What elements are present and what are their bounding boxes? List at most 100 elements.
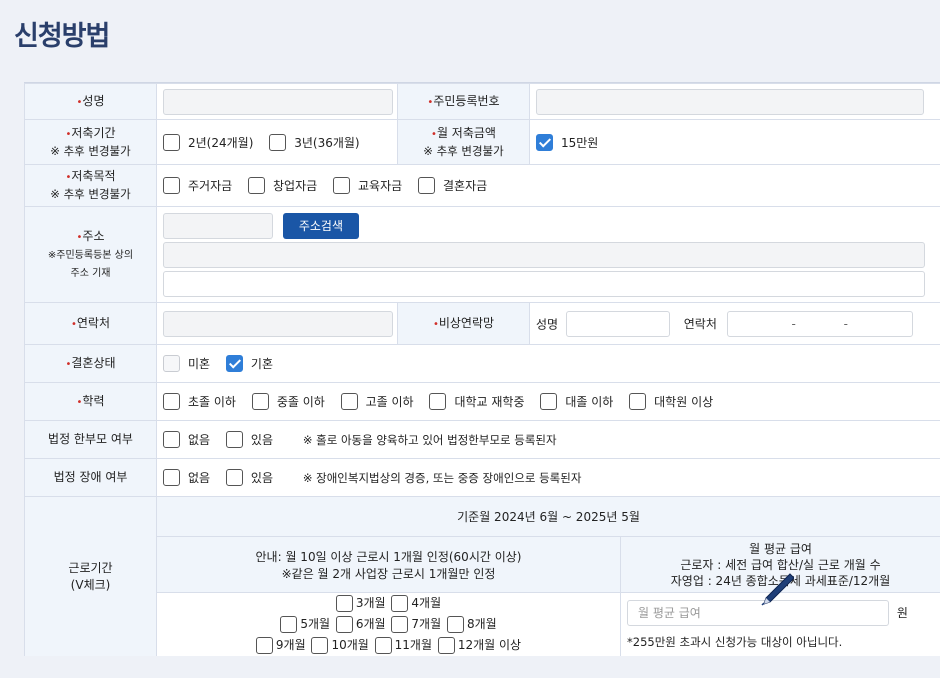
marital-cell: 미혼 기혼 bbox=[155, 344, 940, 383]
purpose-cell: 주거자금 창업자금 교육자금 결혼자금 bbox=[155, 164, 940, 207]
checkbox-single-parent-no[interactable] bbox=[163, 431, 180, 448]
contact-cell bbox=[156, 302, 398, 345]
name-cell bbox=[156, 83, 398, 120]
checkbox-single[interactable] bbox=[163, 355, 180, 372]
education-cell: 초졸 이하 중졸 이하 고졸 이하 대학교 재학중 대졸 이하 대학원 이상 bbox=[155, 382, 940, 421]
disability-note: ※ 장애인복지법상의 경증, 또는 중증 장애인으로 등록된자 bbox=[302, 470, 582, 485]
month-option-6[interactable]: 6개월 bbox=[335, 614, 386, 635]
monthly-cell: 15만원 bbox=[528, 119, 940, 165]
work-label: 근로기간 (V체크) bbox=[24, 496, 157, 656]
name-label: •성명 bbox=[24, 83, 157, 120]
marital-single[interactable]: 미혼 bbox=[163, 355, 210, 372]
purpose-label: •저축목적 ※ 추후 변경불가 bbox=[24, 164, 157, 207]
disability-label: 법정 장애 여부 bbox=[24, 458, 157, 497]
checkbox-month-6[interactable] bbox=[335, 616, 353, 633]
rrn-label: •주민등록번호 bbox=[397, 83, 530, 120]
emergency-phone-label: 연락처 bbox=[683, 317, 717, 331]
edu-university-enrolled[interactable]: 대학교 재학중 bbox=[429, 393, 525, 410]
checkbox-edu-graduate[interactable] bbox=[629, 393, 647, 410]
single-parent-no[interactable]: 없음 bbox=[163, 431, 210, 448]
contact-input[interactable] bbox=[163, 310, 393, 337]
period-cell: 2년(24개월) 3년(36개월) bbox=[156, 119, 398, 165]
marital-label: •결혼상태 bbox=[24, 344, 157, 383]
checkbox-edu-middle[interactable] bbox=[251, 393, 269, 410]
checkbox-single-parent-yes[interactable] bbox=[225, 431, 243, 448]
checkbox-disability-yes[interactable] bbox=[225, 469, 243, 486]
single-parent-label: 법정 한부모 여부 bbox=[24, 420, 157, 459]
checkbox-married[interactable] bbox=[225, 355, 243, 372]
postcode-input[interactable] bbox=[163, 212, 273, 239]
checkbox-month-11[interactable] bbox=[374, 637, 392, 654]
single-parent-note: ※ 홀로 아동을 양육하고 있어 법정한부모로 등록된자 bbox=[302, 432, 557, 447]
checkbox-startup[interactable] bbox=[248, 177, 265, 194]
application-form: •성명 •주민등록번호 •저축기간 ※ 추후 변경불가 2년(24개월) 3년(… bbox=[24, 82, 940, 656]
work-period-header: 기준월 2024년 6월 ~ 2025년 5월 bbox=[155, 496, 940, 537]
name-input[interactable] bbox=[163, 88, 393, 115]
address-input[interactable] bbox=[163, 241, 925, 268]
purpose-startup[interactable]: 창업자금 bbox=[248, 177, 317, 194]
work-guide: 안내: 월 10일 이상 근로시 1개월 인정(60시간 이상) ※같은 월 2… bbox=[156, 536, 621, 593]
marital-married[interactable]: 기혼 bbox=[225, 355, 273, 372]
edu-high[interactable]: 고졸 이하 bbox=[340, 393, 414, 410]
month-option-7[interactable]: 7개월 bbox=[391, 614, 441, 635]
emergency-label: •비상연락망 bbox=[397, 302, 530, 345]
month-option-4[interactable]: 4개월 bbox=[391, 593, 441, 614]
edu-bachelor[interactable]: 대졸 이하 bbox=[540, 393, 613, 410]
work-months-cell: 3개월 4개월 5개월 6개월 7개월 8개월 9개월 10개월 11개월 12… bbox=[156, 592, 621, 656]
checkbox-month-3[interactable] bbox=[335, 595, 353, 612]
disability-cell: 없음 있음 ※ 장애인복지법상의 경증, 또는 중증 장애인으로 등록된자 bbox=[155, 458, 940, 497]
emergency-phone-input[interactable]: - - bbox=[726, 310, 913, 337]
monthly-option-15[interactable]: 15만원 bbox=[536, 133, 598, 151]
checkbox-housing[interactable] bbox=[163, 177, 180, 194]
period-label: •저축기간 ※ 추후 변경불가 bbox=[24, 119, 157, 165]
edu-middle[interactable]: 중졸 이하 bbox=[251, 393, 325, 410]
period-option-24[interactable]: 2년(24개월) bbox=[163, 133, 253, 151]
checkbox-15man[interactable] bbox=[536, 133, 553, 151]
salary-input[interactable]: 월 평균 급여 bbox=[627, 599, 889, 626]
rrn-cell bbox=[528, 83, 940, 120]
disability-yes[interactable]: 있음 bbox=[225, 469, 273, 486]
checkbox-marriage[interactable] bbox=[418, 177, 435, 194]
month-option-3[interactable]: 3개월 bbox=[335, 593, 386, 614]
month-option-9[interactable]: 9개월 bbox=[255, 635, 306, 656]
salary-note: *255만원 초과시 신청가능 대상이 아닙니다. bbox=[627, 634, 843, 649]
checkbox-month-5[interactable] bbox=[280, 616, 298, 633]
month-option-11[interactable]: 11개월 bbox=[374, 635, 432, 656]
month-option-12plus[interactable]: 12개월 이상 bbox=[437, 635, 521, 656]
checkbox-edu-elementary[interactable] bbox=[163, 393, 180, 410]
checkbox-24-months[interactable] bbox=[163, 133, 180, 151]
checkbox-education[interactable] bbox=[333, 177, 350, 194]
checkbox-edu-bachelor[interactable] bbox=[540, 393, 558, 410]
checkbox-edu-university-enrolled[interactable] bbox=[429, 393, 447, 410]
checkbox-month-10[interactable] bbox=[311, 637, 329, 654]
purpose-education[interactable]: 교육자금 bbox=[333, 177, 402, 194]
checkbox-month-12plus[interactable] bbox=[437, 637, 455, 654]
disability-no[interactable]: 없음 bbox=[163, 469, 210, 486]
contact-label: •연락처 bbox=[24, 302, 157, 345]
checkbox-disability-no[interactable] bbox=[163, 469, 180, 486]
address-label: •주소 ※주민등록등본 상의 주소 기재 bbox=[24, 206, 157, 303]
salary-unit: 원 bbox=[896, 606, 908, 620]
emergency-name-input[interactable] bbox=[565, 310, 670, 337]
edu-elementary[interactable]: 초졸 이하 bbox=[163, 393, 236, 410]
purpose-housing[interactable]: 주거자금 bbox=[163, 177, 232, 194]
monthly-label: •월 저축금액 ※ 추후 변경불가 bbox=[397, 119, 530, 165]
month-option-8[interactable]: 8개월 bbox=[446, 614, 497, 635]
period-option-36[interactable]: 3년(36개월) bbox=[269, 133, 360, 151]
checkbox-36-months[interactable] bbox=[269, 133, 287, 151]
edu-graduate[interactable]: 대학원 이상 bbox=[629, 393, 713, 410]
emergency-name-label: 성명 bbox=[536, 317, 559, 331]
rrn-input[interactable] bbox=[536, 88, 924, 115]
checkbox-month-4[interactable] bbox=[391, 595, 409, 612]
checkbox-month-9[interactable] bbox=[255, 637, 273, 654]
checkbox-month-8[interactable] bbox=[446, 616, 464, 633]
checkbox-month-7[interactable] bbox=[391, 616, 409, 633]
address-detail-input[interactable] bbox=[163, 270, 925, 297]
checkbox-edu-high[interactable] bbox=[340, 393, 358, 410]
month-option-5[interactable]: 5개월 bbox=[280, 614, 330, 635]
single-parent-cell: 없음 있음 ※ 홀로 아동을 양육하고 있어 법정한부모로 등록된자 bbox=[155, 420, 940, 459]
month-option-10[interactable]: 10개월 bbox=[311, 635, 369, 656]
address-search-button[interactable]: 주소검색 bbox=[282, 212, 359, 239]
single-parent-yes[interactable]: 있음 bbox=[225, 431, 273, 448]
purpose-marriage[interactable]: 결혼자금 bbox=[418, 177, 487, 194]
